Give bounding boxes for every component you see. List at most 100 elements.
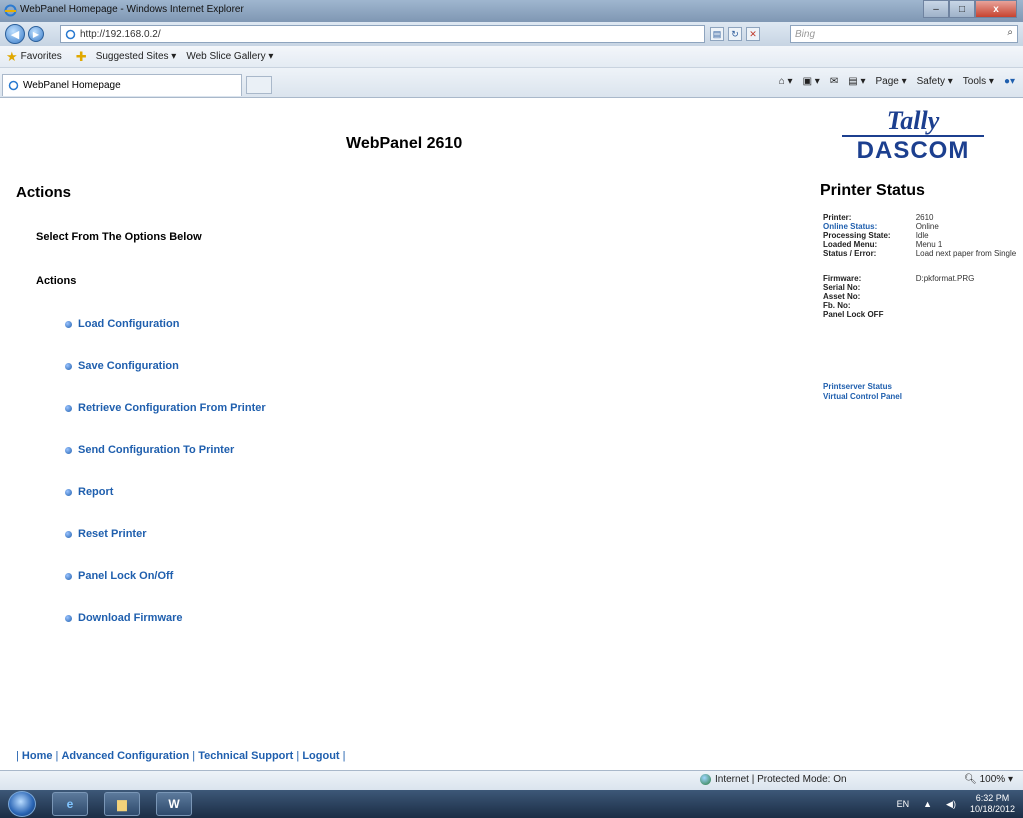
status-value: Load next paper from Single	[915, 249, 1017, 258]
windows-taskbar: e ▆ W EN ▲ ◀) 6:32 PM 10/18/2012	[0, 790, 1023, 818]
web-slice-label: Web Slice Gallery ▾	[186, 51, 274, 62]
zone-label: Internet | Protected Mode: On	[715, 774, 847, 785]
word-taskbar-icon[interactable]: W	[156, 792, 192, 816]
search-input[interactable]: Bing ⌕	[790, 25, 1018, 43]
zoom-level: 100%	[979, 774, 1006, 785]
menu-label: Reset Printer	[78, 528, 147, 540]
menu-label: Load Configuration	[78, 318, 180, 330]
refresh-icon[interactable]: ↻	[728, 27, 742, 41]
ie-icon: e	[66, 797, 74, 811]
report-link[interactable]: Report	[65, 486, 113, 498]
retrieve-configuration-link[interactable]: Retrieve Configuration From Printer	[65, 402, 266, 414]
star-icon: ★	[6, 48, 18, 64]
save-configuration-link[interactable]: Save Configuration	[65, 360, 179, 372]
ie-taskbar-icon[interactable]: e	[52, 792, 88, 816]
page-content: WebPanel 2610 Tally DASCOM Actions Selec…	[0, 99, 1023, 770]
stop-icon[interactable]: ✕	[746, 27, 760, 41]
footer-nav: | Home | Advanced Configuration | Techni…	[16, 750, 346, 762]
close-button[interactable]: x	[975, 0, 1017, 18]
suggested-sites-link[interactable]: Suggested Sites ▾	[96, 51, 177, 62]
bullet-icon	[65, 362, 72, 370]
logo-dascom: DASCOM	[856, 137, 970, 164]
advanced-configuration-link[interactable]: Advanced Configuration	[61, 750, 189, 762]
menu-label: Report	[78, 486, 114, 498]
forward-button[interactable]: ▶	[28, 26, 44, 42]
search-placeholder: Bing	[795, 28, 816, 40]
volume-icon[interactable]: ◀)	[946, 799, 956, 810]
send-configuration-link[interactable]: Send Configuration To Printer	[65, 444, 234, 456]
technical-support-link[interactable]: Technical Support	[198, 750, 293, 762]
status-value: Idle	[915, 231, 929, 240]
new-tab-button[interactable]	[246, 76, 272, 94]
add-favorite-button[interactable]: ✚	[76, 49, 90, 65]
minimize-button[interactable]: –	[923, 0, 949, 18]
printer-status-title: Printer Status	[820, 182, 925, 199]
feeds-icon[interactable]: ▣ ▾	[803, 76, 820, 87]
back-button[interactable]: ◀	[5, 24, 25, 44]
tally-dascom-logo: Tally DASCOM	[838, 107, 988, 167]
download-firmware-link[interactable]: Download Firmware	[65, 612, 183, 624]
word-icon: W	[168, 797, 180, 811]
favorites-button[interactable]: ★ Favorites	[6, 49, 62, 65]
bullet-icon	[65, 572, 72, 580]
status-value: Menu 1	[915, 240, 943, 249]
web-slice-gallery-link[interactable]: Web Slice Gallery ▾	[186, 51, 273, 62]
bullet-icon	[65, 404, 72, 412]
bullet-icon	[65, 530, 72, 538]
ie-tab-icon	[8, 80, 19, 91]
logo-tally: Tally	[886, 106, 940, 135]
online-status-link[interactable]: Online Status:	[823, 222, 916, 231]
panel-lock-link[interactable]: Panel Lock On/Off	[65, 570, 173, 582]
tab-webpanel[interactable]: WebPanel Homepage	[2, 74, 242, 96]
zoom-control[interactable]: 🔍︎ 100% ▾	[964, 774, 1013, 785]
explorer-taskbar-icon[interactable]: ▆	[104, 792, 140, 816]
status-key: Serial No:	[823, 283, 861, 292]
tools-menu[interactable]: Tools ▾	[963, 76, 994, 87]
tray-arrow-icon[interactable]: ▲	[923, 799, 932, 809]
compatibility-icon[interactable]: ▤	[710, 27, 724, 41]
home-link[interactable]: Home	[22, 750, 53, 762]
logout-link[interactable]: Logout	[302, 750, 339, 762]
add-favorite-icon: ✚	[75, 48, 87, 64]
help-icon[interactable]: ●▾	[1004, 76, 1015, 87]
status-value: 2610	[915, 213, 934, 222]
bullet-icon	[65, 446, 72, 454]
clock[interactable]: 6:32 PM 10/18/2012	[970, 793, 1015, 815]
menu-label: Save Configuration	[78, 360, 179, 372]
home-icon[interactable]: ⌂ ▾	[779, 76, 793, 87]
tab-bar: WebPanel Homepage ⌂ ▾ ▣ ▾ ✉ ▤ ▾ Page ▾ S…	[0, 68, 1023, 98]
status-key: Fb. No:	[823, 301, 851, 310]
mail-icon[interactable]: ✉	[830, 76, 838, 87]
bullet-icon	[65, 488, 72, 496]
clock-date: 10/18/2012	[969, 804, 1015, 814]
virtual-control-panel-link[interactable]: Virtual Control Panel	[823, 392, 902, 402]
folder-icon: ▆	[117, 797, 127, 811]
menu-label: Send Configuration To Printer	[78, 444, 235, 456]
safety-menu[interactable]: Safety ▾	[917, 76, 953, 87]
menu-label: Retrieve Configuration From Printer	[78, 402, 266, 414]
security-zone[interactable]: Internet | Protected Mode: On	[700, 774, 847, 785]
favorites-bar: ★ Favorites ✚ Suggested Sites ▾ Web Slice…	[0, 46, 1023, 68]
back-arrow-icon: ◀	[10, 28, 20, 41]
reset-printer-link[interactable]: Reset Printer	[65, 528, 146, 540]
printserver-status-link[interactable]: Printserver Status	[823, 382, 902, 392]
clock-time: 6:32 PM	[975, 793, 1010, 803]
url-text: http://192.168.0.2/	[80, 28, 161, 40]
zoom-icon: 🔍︎	[964, 774, 980, 785]
page-menu[interactable]: Page ▾	[875, 76, 906, 87]
status-key: Firmware:	[823, 274, 862, 283]
status-value: D:pkformat.PRG	[915, 274, 975, 283]
window-title: WebPanel Homepage - Windows Internet Exp…	[20, 4, 244, 15]
language-indicator[interactable]: EN	[897, 799, 910, 809]
search-icon[interactable]: ⌕	[1007, 27, 1013, 38]
browser-statusbar: Internet | Protected Mode: On 🔍︎ 100% ▾	[0, 770, 1023, 790]
print-icon[interactable]: ▤ ▾	[848, 76, 865, 87]
load-configuration-link[interactable]: Load Configuration	[65, 318, 179, 330]
start-button[interactable]	[8, 791, 36, 817]
window-titlebar[interactable]: WebPanel Homepage - Windows Internet Exp…	[0, 0, 1023, 22]
options-subtitle: Select From The Options Below	[36, 231, 202, 243]
maximize-button[interactable]: □	[949, 0, 975, 18]
forward-arrow-icon: ▶	[32, 29, 40, 39]
status-value: Online	[915, 222, 939, 231]
url-input[interactable]: http://192.168.0.2/	[60, 25, 705, 43]
